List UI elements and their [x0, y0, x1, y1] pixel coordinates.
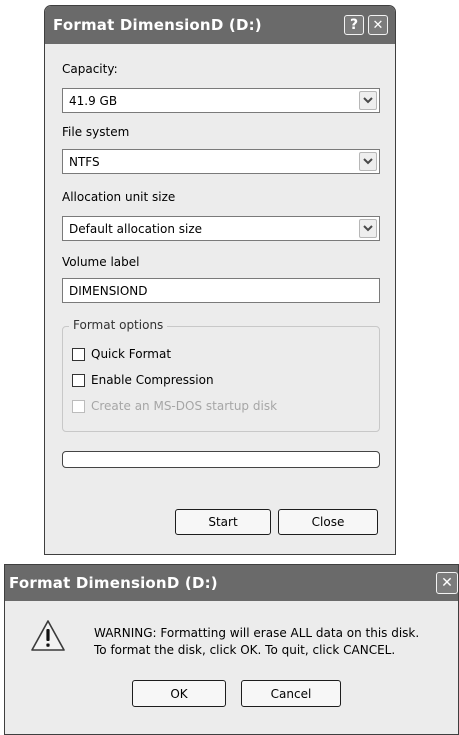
help-button[interactable]: ? — [344, 15, 364, 35]
warning-dialog: Format DimensionD (D:) ✕ WARNING: Format… — [4, 564, 459, 735]
warning-dialog-title: Format DimensionD (D:) — [9, 574, 218, 592]
warning-message-line2: To format the disk, click OK. To quit, c… — [94, 643, 396, 657]
capacity-label: Capacity: — [62, 62, 118, 76]
close-icon: ✕ — [441, 575, 453, 591]
volume-label-field[interactable] — [62, 278, 380, 303]
enable-compression-label: Enable Compression — [91, 373, 214, 387]
msdos-startup-option: Create an MS-DOS startup disk — [72, 399, 277, 413]
volume-label-label: Volume label — [62, 255, 140, 269]
warning-close-x-button[interactable]: ✕ — [436, 572, 458, 594]
format-close-x-button[interactable]: ✕ — [368, 15, 388, 35]
ok-button-label: OK — [170, 686, 188, 701]
quick-format-option[interactable]: Quick Format — [72, 347, 171, 361]
file-system-value: NTFS — [69, 154, 100, 169]
format-options-legend: Format options — [69, 318, 168, 332]
allocation-label: Allocation unit size — [62, 190, 176, 204]
file-system-label: File system — [62, 125, 130, 139]
enable-compression-checkbox[interactable] — [72, 373, 85, 387]
msdos-startup-checkbox — [72, 399, 85, 413]
close-icon: ✕ — [372, 17, 384, 33]
close-button-label: Close — [311, 515, 345, 529]
enable-compression-option[interactable]: Enable Compression — [72, 373, 214, 387]
quick-format-checkbox[interactable] — [72, 347, 85, 361]
format-options-group: Format options Quick Format Enable Compr… — [62, 318, 380, 432]
ok-button[interactable]: OK — [132, 680, 226, 707]
start-button[interactable]: Start — [175, 509, 271, 535]
file-system-select[interactable]: NTFS — [62, 149, 380, 174]
msdos-startup-label: Create an MS-DOS startup disk — [91, 399, 278, 413]
format-progress-bar — [62, 451, 380, 468]
chevron-down-icon[interactable] — [359, 91, 377, 110]
warning-dialog-titlebar[interactable]: Format DimensionD (D:) ✕ — [5, 565, 458, 601]
volume-label-input[interactable] — [63, 279, 379, 302]
capacity-value: 41.9 GB — [69, 93, 118, 108]
chevron-down-icon[interactable] — [359, 152, 377, 171]
chevron-down-icon[interactable] — [359, 219, 377, 238]
help-icon: ? — [349, 17, 359, 33]
quick-format-label: Quick Format — [91, 347, 172, 361]
allocation-select[interactable]: Default allocation size — [62, 216, 380, 241]
format-dialog-title: Format DimensionD (D:) — [53, 16, 262, 34]
format-dialog: Format DimensionD (D:) ? ✕ Capacity: 41.… — [44, 5, 396, 555]
cancel-button-label: Cancel — [270, 686, 312, 701]
warning-icon — [30, 619, 66, 656]
close-button[interactable]: Close — [278, 509, 378, 535]
start-button-label: Start — [208, 515, 238, 529]
allocation-value: Default allocation size — [69, 221, 203, 236]
format-dialog-titlebar[interactable]: Format DimensionD (D:) ? ✕ — [45, 6, 395, 44]
warning-message-line1: WARNING: Formatting will erase ALL data … — [94, 626, 420, 640]
capacity-select[interactable]: 41.9 GB — [62, 88, 380, 113]
cancel-button[interactable]: Cancel — [241, 680, 341, 707]
warning-message: WARNING: Formatting will erase ALL data … — [94, 625, 419, 659]
